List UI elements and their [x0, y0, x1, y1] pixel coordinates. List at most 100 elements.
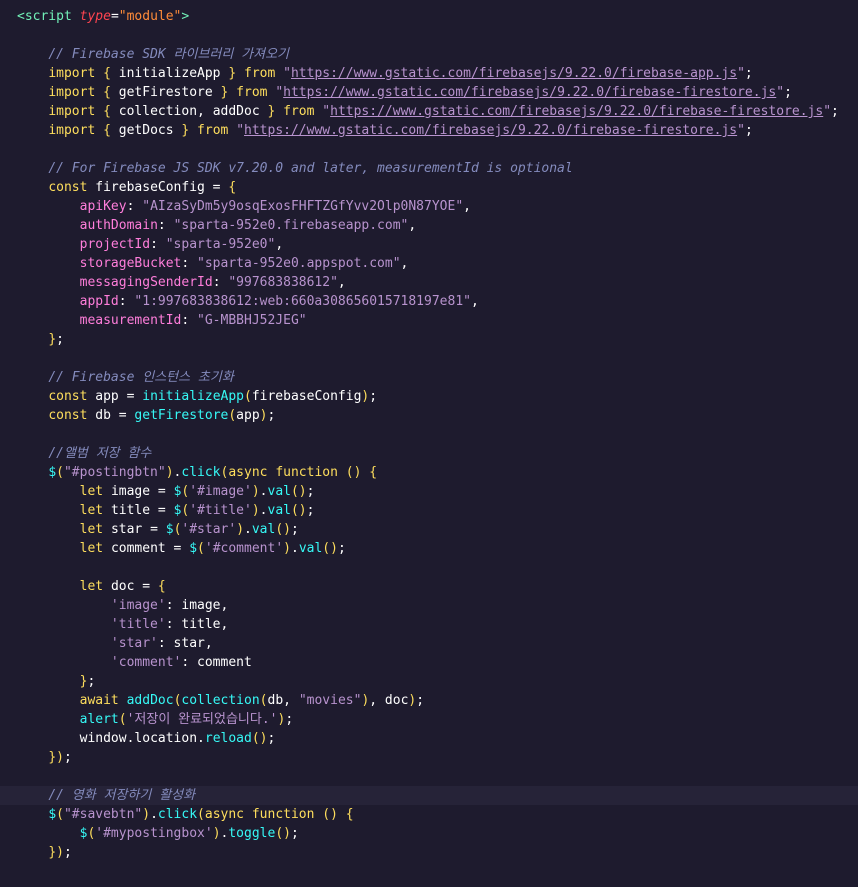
code-line[interactable]: // 영화 저장하기 활성화 — [0, 786, 858, 805]
code-line[interactable]: await addDoc(collection(db, "movies"), d… — [0, 691, 858, 710]
code-token: ( — [197, 541, 205, 556]
code-line[interactable]: }; — [0, 672, 858, 691]
code-line[interactable]: // Firebase 인스턴스 초기화 — [0, 368, 858, 387]
code-token: ; — [744, 123, 753, 138]
code-line[interactable]: import { initializeApp } from "https://w… — [0, 64, 858, 83]
code-token: ; — [63, 845, 72, 860]
code-line[interactable]: alert('저장이 완료되었습니다.'); — [0, 710, 858, 729]
code-token: , — [204, 636, 213, 651]
code-line[interactable] — [0, 349, 858, 368]
code-token: "#savebtn" — [63, 807, 143, 822]
code-token: ; — [56, 332, 64, 347]
code-line[interactable]: let star = $('#star').val(); — [0, 520, 858, 539]
code-line[interactable]: // Firebase SDK 라이브러리 가져오기 — [0, 45, 858, 64]
code-token: let — [79, 522, 104, 537]
code-line[interactable]: //앨범 저장 함수 — [0, 444, 858, 463]
code-line[interactable]: messagingSenderId: "997683838612", — [0, 273, 858, 292]
code-line[interactable] — [0, 26, 858, 45]
code-token: // Firebase SDK 라이브러리 가져오기 — [48, 47, 290, 62]
code-token: https://www.gstatic.com/firebasejs/9.22.… — [290, 66, 738, 81]
code-token: $ — [165, 522, 174, 537]
code-line[interactable]: }); — [0, 748, 858, 767]
code-token: () — [290, 484, 307, 499]
code-line[interactable]: $("#savebtn").click(async function () { — [0, 805, 858, 824]
code-editor[interactable]: <script type="module"> // Firebase SDK 라… — [0, 0, 858, 887]
code-line[interactable]: 'title': title, — [0, 615, 858, 634]
code-line[interactable]: // For Firebase JS SDK v7.20.0 and later… — [0, 159, 858, 178]
code-token: const — [48, 180, 88, 195]
code-line[interactable]: 'comment': comment — [0, 653, 858, 672]
code-token: from — [244, 66, 276, 81]
code-token: 'image' — [110, 598, 166, 613]
code-token: async — [204, 807, 245, 822]
code-token: ; — [306, 503, 315, 518]
code-token: ; — [337, 541, 346, 556]
code-line[interactable]: import { getFirestore } from "https://ww… — [0, 83, 858, 102]
code-line[interactable] — [0, 140, 858, 159]
code-token: : — [150, 237, 166, 252]
code-line[interactable]: authDomain: "sparta-952e0.firebaseapp.co… — [0, 216, 858, 235]
code-line[interactable] — [0, 767, 858, 786]
code-token: : — [165, 617, 182, 632]
code-token: "sparta-952e0" — [165, 237, 276, 252]
code-token: import — [48, 85, 96, 100]
code-line[interactable]: 'star': star, — [0, 634, 858, 653]
code-token: : — [181, 655, 198, 670]
code-token: ; — [267, 408, 276, 423]
code-line[interactable]: projectId: "sparta-952e0", — [0, 235, 858, 254]
code-line[interactable]: window.location.reload(); — [0, 729, 858, 748]
code-token: '#comment' — [204, 541, 284, 556]
code-line[interactable]: let image = $('#image').val(); — [0, 482, 858, 501]
code-line[interactable]: $("#postingbtn").click(async function ()… — [0, 463, 858, 482]
code-token: , — [275, 237, 284, 252]
code-token: authDomain — [79, 218, 158, 233]
code-line[interactable]: }); — [0, 843, 858, 862]
code-token: val — [267, 503, 291, 518]
code-line[interactable] — [0, 558, 858, 577]
code-line[interactable]: measurementId: "G-MBBHJ52JEG" — [0, 311, 858, 330]
code-line[interactable]: $('#mypostingbox').toggle(); — [0, 824, 858, 843]
code-line[interactable]: let doc = { — [0, 577, 858, 596]
code-line[interactable]: 'image': image, — [0, 596, 858, 615]
code-line[interactable]: const app = initializeApp(firebaseConfig… — [0, 387, 858, 406]
code-token: const — [48, 408, 88, 423]
code-line[interactable]: storageBucket: "sparta-952e0.appspot.com… — [0, 254, 858, 273]
code-line[interactable]: }; — [0, 330, 858, 349]
code-token: firebaseConfig — [95, 180, 205, 195]
code-token: $ — [189, 541, 198, 556]
code-token: addDoc — [126, 693, 174, 708]
code-line[interactable]: let title = $('#title').val(); — [0, 501, 858, 520]
code-token: doc — [110, 579, 135, 594]
code-token: image — [181, 598, 221, 613]
code-line[interactable]: const firebaseConfig = { — [0, 178, 858, 197]
code-token: " — [823, 104, 832, 119]
code-token: getFirestore — [134, 408, 229, 423]
code-token: = — [118, 389, 143, 404]
code-line[interactable]: const db = getFirestore(app); — [0, 406, 858, 425]
code-token: : — [181, 313, 198, 328]
code-line[interactable]: import { collection, addDoc } from "http… — [0, 102, 858, 121]
code-line[interactable] — [0, 425, 858, 444]
code-token: } — [48, 332, 57, 347]
code-token: : — [165, 598, 182, 613]
code-line[interactable]: let comment = $('#comment').val(); — [0, 539, 858, 558]
code-line[interactable]: <script type="module"> — [0, 7, 858, 26]
code-line[interactable]: appId: "1:997683838612:web:660a308656015… — [0, 292, 858, 311]
code-line[interactable]: apiKey: "AIzaSyDm5y9osqExosFHFTZGfYvv2Ol… — [0, 197, 858, 216]
code-line[interactable]: import { getDocs } from "https://www.gst… — [0, 121, 858, 140]
code-token: ( — [244, 389, 252, 404]
code-token: '#title' — [189, 503, 252, 518]
